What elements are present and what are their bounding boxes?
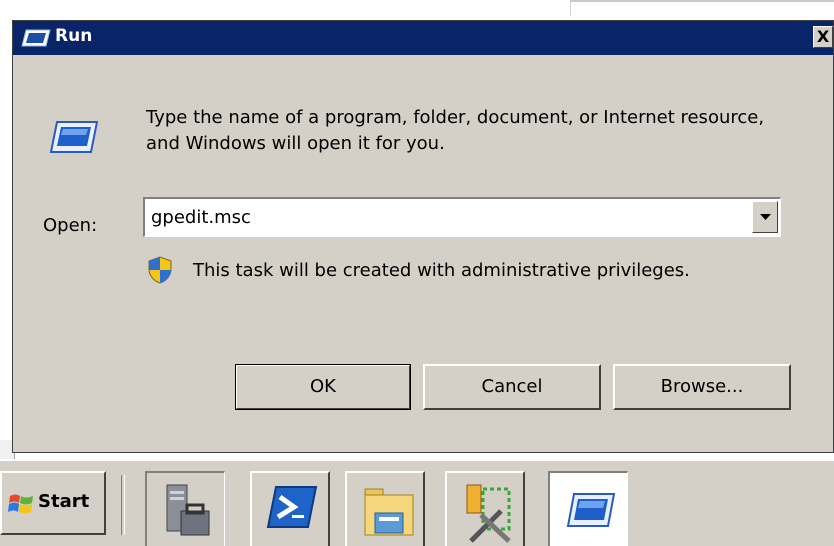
powershell-icon [266, 486, 318, 528]
admin-tools-icon [466, 484, 511, 543]
chevron-down-icon [760, 214, 771, 220]
close-button[interactable]: X [813, 26, 833, 48]
background-window-edge [570, 0, 834, 16]
uac-shield-icon [148, 256, 172, 284]
file-explorer-icon [364, 488, 414, 536]
server-manager-icon [166, 484, 210, 536]
quicklaunch-admin-tools[interactable] [445, 471, 525, 546]
dialog-title: Run [55, 26, 93, 46]
browse-button[interactable]: Browse... [613, 364, 791, 410]
open-combobox[interactable] [143, 197, 781, 237]
quicklaunch-run[interactable] [548, 471, 628, 546]
start-label: Start [38, 491, 90, 512]
quicklaunch-powershell[interactable] [250, 471, 330, 546]
open-label: Open: [43, 215, 98, 236]
quicklaunch-server-manager[interactable] [145, 471, 225, 546]
run-dialog: Run X Type the name of a program, folder… [12, 20, 834, 453]
dropdown-button[interactable] [752, 201, 778, 233]
ok-button[interactable]: OK [235, 364, 411, 410]
admin-privileges-note: This task will be created with administr… [193, 260, 690, 281]
taskbar: Start [0, 459, 834, 546]
background-window [0, 0, 834, 18]
close-icon: X [816, 27, 830, 46]
quicklaunch-explorer[interactable] [345, 471, 425, 546]
start-button[interactable]: Start [0, 471, 106, 535]
cancel-button[interactable]: Cancel [423, 364, 601, 410]
run-icon [21, 29, 51, 47]
title-bar[interactable]: Run X [13, 21, 833, 55]
taskbar-separator [121, 475, 125, 535]
dialog-description: Type the name of a program, folder, docu… [146, 107, 765, 154]
open-input[interactable] [147, 199, 755, 235]
run-icon [49, 121, 99, 153]
run-icon [566, 493, 616, 527]
windows-logo-icon [8, 494, 33, 514]
